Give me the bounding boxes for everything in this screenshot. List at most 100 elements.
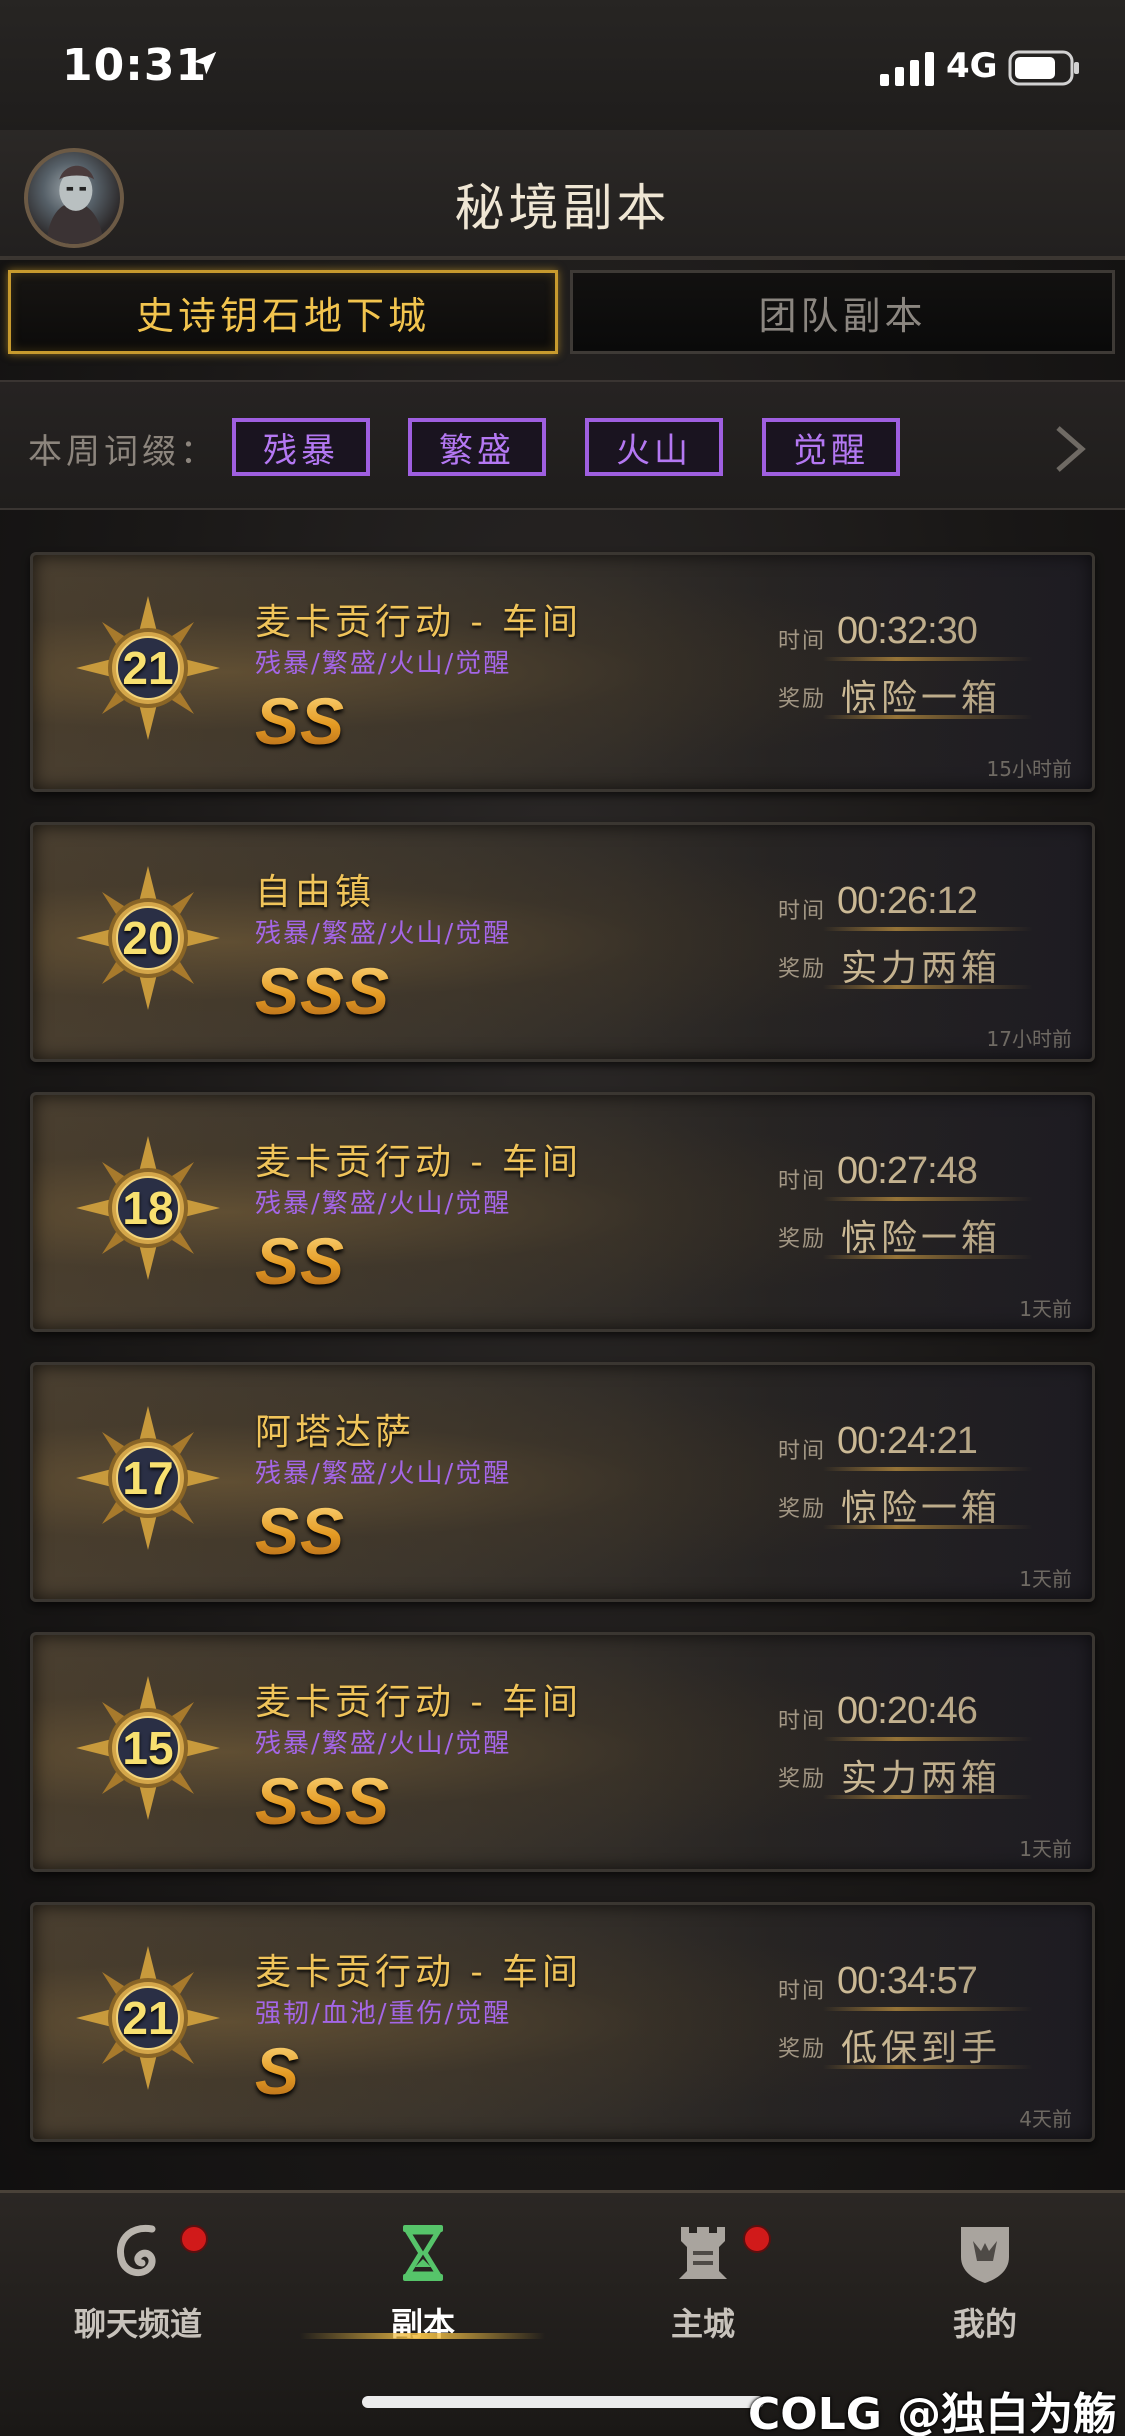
affix-tag: 觉醒	[762, 418, 900, 476]
nav-label: 我的	[952, 2305, 1017, 2343]
dungeon-name: 麦卡贡行动 - 车间	[255, 1682, 583, 1723]
run-reward: 实力两箱	[841, 1758, 1002, 1799]
weekly-affix-bar[interactable]: 本周词缀： 残暴 繁盛 火山 觉醒	[0, 380, 1125, 510]
hourglass-icon	[403, 2225, 443, 2281]
run-grade: SS	[255, 1494, 346, 1568]
run-affixes: 残暴/繁盛/火山/觉醒	[255, 919, 512, 949]
reward-underline	[823, 1255, 1033, 1259]
shield-crest-icon	[961, 2227, 1009, 2283]
watermark: COLG @独白为觞	[748, 2389, 1118, 2436]
run-reward: 惊险一箱	[841, 1218, 1002, 1259]
time-underline	[823, 1467, 1033, 1471]
run-grade: SS	[255, 1224, 346, 1298]
reward-underline	[823, 715, 1033, 719]
tab-mythic-keystone[interactable]: 史诗钥石地下城	[8, 270, 558, 354]
run-time: 00:26:12	[837, 880, 978, 922]
run-grade: SSS	[255, 1764, 391, 1838]
battery-icon	[1008, 50, 1079, 86]
run-time-ago: 1天前	[1019, 1297, 1072, 1321]
run-card[interactable]: 18 麦卡贡行动 - 车间 残暴/繁盛/火山/觉醒 SS 时间 00:27:48…	[30, 1092, 1095, 1332]
time-label: 时间	[778, 1709, 827, 1734]
run-grade: SS	[255, 684, 346, 758]
dungeon-name: 麦卡贡行动 - 车间	[255, 1952, 583, 1993]
time-label: 时间	[778, 1169, 827, 1194]
nav-label: 聊天频道	[73, 2305, 202, 2343]
dungeon-name: 麦卡贡行动 - 车间	[255, 1142, 583, 1183]
run-affixes: 强韧/血池/重伤/觉醒	[255, 1999, 512, 2029]
time-underline	[823, 1737, 1033, 1741]
notification-dot	[743, 2225, 771, 2253]
tab-raid[interactable]: 团队副本	[570, 270, 1115, 354]
run-reward: 惊险一箱	[841, 1488, 1002, 1529]
header: 秘境副本	[0, 130, 1125, 260]
run-grade: SSS	[255, 954, 391, 1028]
page-title: 秘境副本	[454, 179, 671, 237]
time-label: 时间	[778, 899, 827, 924]
keystone-level: 15	[122, 1722, 174, 1774]
run-time: 00:24:21	[837, 1420, 978, 1462]
location-arrow-icon	[193, 51, 217, 75]
affix-tag: 火山	[585, 418, 723, 476]
reward-label: 奖励	[778, 687, 827, 712]
run-affixes: 残暴/繁盛/火山/觉醒	[255, 649, 512, 679]
run-time-ago: 1天前	[1019, 1567, 1072, 1591]
run-card[interactable]: 21 麦卡贡行动 - 车间 残暴/繁盛/火山/觉醒 SS 时间 00:32:30…	[30, 552, 1095, 792]
chevron-right-icon[interactable]	[1052, 424, 1088, 474]
notification-dot	[180, 2225, 208, 2253]
run-card[interactable]: 15 麦卡贡行动 - 车间 残暴/繁盛/火山/觉醒 SSS 时间 00:20:4…	[30, 1632, 1095, 1872]
run-grade: S	[255, 2034, 301, 2108]
time-underline	[823, 2007, 1033, 2011]
reward-label: 奖励	[778, 1227, 827, 1252]
dungeon-name: 阿塔达萨	[255, 1412, 416, 1453]
reward-label: 奖励	[778, 957, 827, 982]
dungeon-name: 自由镇	[255, 872, 376, 913]
reward-underline	[823, 1795, 1033, 1799]
chat-swirl-icon	[117, 2224, 156, 2277]
time-label: 时间	[778, 1439, 827, 1464]
keystone-level: 21	[122, 1992, 174, 2044]
reward-label: 奖励	[778, 1497, 827, 1522]
app-screen: 10:31 4G 秘境副本 史诗钥石地下城 团队副本 本周词缀： 残暴 繁盛 火…	[0, 0, 1125, 2436]
run-time-ago: 1天前	[1019, 1837, 1072, 1861]
reward-label: 奖励	[778, 2037, 827, 2062]
network-type: 4G	[946, 46, 998, 86]
time-label: 时间	[778, 1979, 827, 2004]
run-time: 00:20:46	[837, 1690, 978, 1732]
time-label: 时间	[778, 629, 827, 654]
nav-label: 主城	[670, 2305, 735, 2343]
status-bar: 10:31 4G	[0, 0, 1125, 130]
tab-bar: 史诗钥石地下城 团队副本	[0, 268, 1125, 356]
run-time-ago: 17小时前	[986, 1027, 1072, 1051]
run-time-ago: 4天前	[1019, 2107, 1072, 2131]
keystone-level: 20	[122, 912, 174, 964]
run-affixes: 残暴/繁盛/火山/觉醒	[255, 1189, 512, 1219]
run-time: 00:27:48	[837, 1150, 978, 1192]
nav-chat[interactable]: 聊天频道	[28, 2211, 248, 2361]
keystone-level: 21	[122, 642, 174, 694]
signal-bars-icon	[880, 52, 934, 86]
reward-label: 奖励	[778, 1767, 827, 1792]
run-affixes: 残暴/繁盛/火山/觉醒	[255, 1729, 512, 1759]
time-underline	[823, 1197, 1033, 1201]
castle-tower-icon	[679, 2227, 727, 2279]
nav-profile[interactable]: 我的	[875, 2211, 1095, 2361]
affix-tag: 残暴	[232, 418, 370, 476]
run-affixes: 残暴/繁盛/火山/觉醒	[255, 1459, 512, 1489]
run-card[interactable]: 20 自由镇 残暴/繁盛/火山/觉醒 SSS 时间 00:26:12 奖励 实力…	[30, 822, 1095, 1062]
run-time: 00:34:57	[837, 1960, 978, 2002]
keystone-level: 17	[122, 1452, 174, 1504]
affix-label: 本周词缀：	[28, 432, 218, 472]
run-card[interactable]: 21 麦卡贡行动 - 车间 强韧/血池/重伤/觉醒 S 时间 00:34:57 …	[30, 1902, 1095, 2142]
status-time: 10:31	[62, 40, 208, 91]
reward-underline	[823, 1525, 1033, 1529]
run-card[interactable]: 17 阿塔达萨 残暴/繁盛/火山/觉醒 SS 时间 00:24:21 奖励 惊险…	[30, 1362, 1095, 1602]
run-reward: 低保到手	[841, 2028, 1002, 2069]
run-reward: 实力两箱	[841, 948, 1002, 989]
run-time: 00:32:30	[837, 610, 978, 652]
time-underline	[823, 927, 1033, 931]
active-tab-indicator	[300, 2333, 545, 2339]
nav-main-city[interactable]: 主城	[593, 2211, 813, 2361]
keystone-level: 18	[122, 1182, 174, 1234]
home-indicator[interactable]	[362, 2396, 764, 2408]
dungeon-name: 麦卡贡行动 - 车间	[255, 602, 583, 643]
